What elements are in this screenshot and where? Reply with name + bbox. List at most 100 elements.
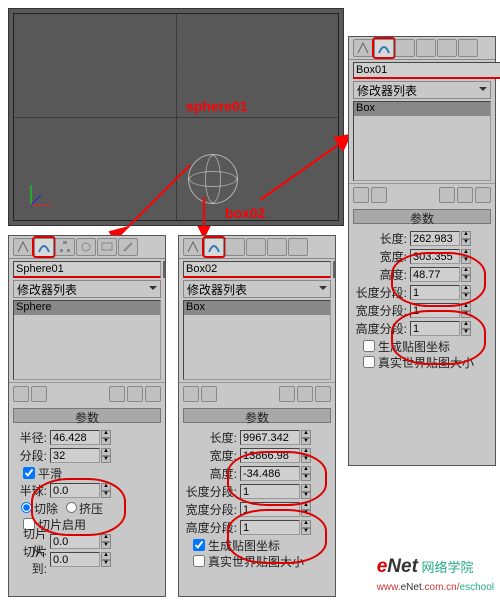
hseg-spinner[interactable]: ▲▼ [301, 520, 311, 535]
unique-button[interactable] [439, 187, 455, 203]
radius-input[interactable] [50, 430, 100, 445]
slice-from-spinner[interactable]: ▲▼ [101, 534, 111, 549]
utilities-tab[interactable] [288, 238, 308, 256]
params-header[interactable]: 参数 [13, 408, 161, 423]
viewport[interactable] [8, 8, 344, 226]
width-spinner[interactable]: ▲▼ [301, 448, 311, 463]
unique-button[interactable] [279, 386, 295, 402]
color-swatch[interactable] [333, 261, 335, 278]
modifier-stack[interactable]: Box [353, 101, 491, 181]
motion-tab[interactable] [416, 39, 436, 57]
segments-spinner[interactable]: ▲▼ [101, 448, 111, 463]
lseg-spinner[interactable]: ▲▼ [301, 484, 311, 499]
length-input[interactable] [410, 231, 460, 246]
wseg-input[interactable] [410, 303, 460, 318]
modifier-list-dropdown[interactable]: 修改器列表 [353, 81, 491, 99]
real-world-checkbox[interactable] [193, 555, 205, 567]
hseg-spinner[interactable]: ▲▼ [461, 321, 471, 336]
height-input[interactable] [410, 267, 460, 282]
configure-button[interactable] [475, 187, 491, 203]
segments-input[interactable] [50, 448, 100, 463]
hseg-input[interactable] [410, 321, 460, 336]
real-world-checkbox[interactable] [363, 356, 375, 368]
show-result-button[interactable] [201, 386, 217, 402]
length-spinner[interactable]: ▲▼ [301, 430, 311, 445]
wseg-spinner[interactable]: ▲▼ [301, 502, 311, 517]
hierarchy-tab[interactable] [55, 238, 75, 256]
wseg-input[interactable] [240, 502, 300, 517]
create-tab[interactable] [13, 238, 33, 256]
show-result-button[interactable] [31, 386, 47, 402]
remove-modifier-button[interactable] [127, 386, 143, 402]
create-tab[interactable] [183, 238, 203, 256]
radius-spinner[interactable]: ▲▼ [101, 430, 111, 445]
modify-tab[interactable] [374, 39, 394, 57]
remove-modifier-button[interactable] [457, 187, 473, 203]
width-input[interactable] [240, 448, 300, 463]
stack-item-box[interactable]: Box [354, 102, 490, 116]
slice-to-spinner[interactable]: ▲▼ [101, 552, 111, 567]
modifier-stack[interactable]: Box [183, 300, 331, 380]
lseg-spinner[interactable]: ▲▼ [461, 285, 471, 300]
label-sphere01: sphere01 [186, 98, 247, 114]
pin-stack-button[interactable] [13, 386, 29, 402]
modifier-stack[interactable]: Sphere [13, 300, 161, 380]
object-name-input[interactable] [353, 62, 500, 79]
axis-gizmo [26, 180, 56, 210]
length-spinner[interactable]: ▲▼ [461, 231, 471, 246]
chop-radio[interactable] [21, 502, 32, 513]
color-swatch[interactable] [163, 261, 165, 278]
unique-button[interactable] [109, 386, 125, 402]
stack-item-sphere[interactable]: Sphere [14, 301, 160, 315]
hseg-input[interactable] [240, 520, 300, 535]
gen-map-checkbox[interactable] [363, 340, 375, 352]
modify-tab[interactable] [34, 238, 54, 256]
display-tab[interactable] [97, 238, 117, 256]
motion-tab[interactable] [76, 238, 96, 256]
modify-tab[interactable] [204, 238, 224, 256]
hierarchy-tab[interactable] [395, 39, 415, 57]
object-name-input[interactable] [13, 261, 161, 278]
params-header[interactable]: 参数 [353, 209, 491, 224]
height-spinner[interactable]: ▲▼ [301, 466, 311, 481]
slice-to-input[interactable] [50, 552, 100, 567]
utilities-tab[interactable] [458, 39, 478, 57]
hemi-spinner[interactable]: ▲▼ [101, 483, 111, 498]
sphere-wireframe[interactable] [188, 154, 238, 204]
pin-stack-button[interactable] [353, 187, 369, 203]
lseg-input[interactable] [410, 285, 460, 300]
configure-button[interactable] [145, 386, 161, 402]
squash-radio[interactable] [66, 502, 77, 513]
object-name-input[interactable] [183, 261, 331, 278]
width-spinner[interactable]: ▲▼ [461, 249, 471, 264]
modify-panel-sphere01: 修改器列表 Sphere 参数 半径:▲▼ 分段:▲▼ 平滑 半球:▲▼ 切除挤… [8, 235, 166, 597]
radius-label: 半径: [15, 429, 50, 446]
modifier-list-dropdown[interactable]: 修改器列表 [183, 280, 331, 298]
configure-button[interactable] [315, 386, 331, 402]
display-tab[interactable] [437, 39, 457, 57]
width-input[interactable] [410, 249, 460, 264]
smooth-checkbox[interactable] [23, 467, 35, 479]
params-header[interactable]: 参数 [183, 408, 331, 423]
gen-map-checkbox[interactable] [193, 539, 205, 551]
wseg-spinner[interactable]: ▲▼ [461, 303, 471, 318]
show-result-button[interactable] [371, 187, 387, 203]
height-input[interactable] [240, 466, 300, 481]
modifier-list-dropdown[interactable]: 修改器列表 [13, 280, 161, 298]
lseg-input[interactable] [240, 484, 300, 499]
utilities-tab[interactable] [118, 238, 138, 256]
hseg-label: 高度分段: [355, 320, 410, 337]
display-tab[interactable] [267, 238, 287, 256]
length-input[interactable] [240, 430, 300, 445]
grid-hline [14, 117, 338, 118]
height-spinner[interactable]: ▲▼ [461, 267, 471, 282]
hemi-input[interactable] [50, 483, 100, 498]
pin-stack-button[interactable] [183, 386, 199, 402]
remove-modifier-button[interactable] [297, 386, 313, 402]
create-tab[interactable] [353, 39, 373, 57]
segments-label: 分段: [15, 447, 50, 464]
motion-tab[interactable] [246, 238, 266, 256]
stack-item-box[interactable]: Box [184, 301, 330, 315]
slice-from-input[interactable] [50, 534, 100, 549]
hierarchy-tab[interactable] [225, 238, 245, 256]
